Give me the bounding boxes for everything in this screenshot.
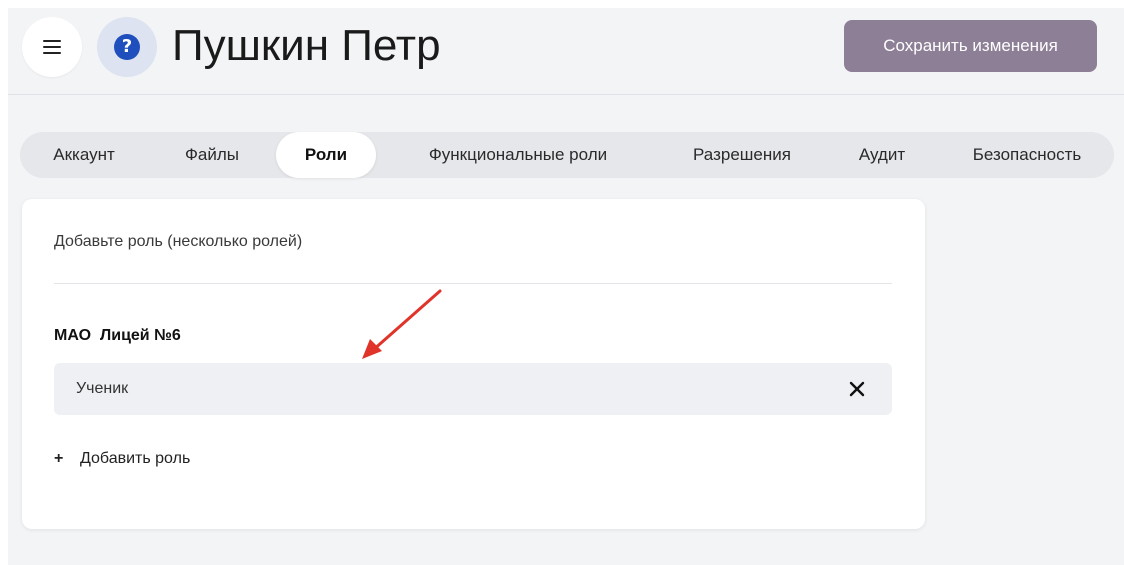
tab-files[interactable]: Файлы — [170, 132, 254, 178]
save-changes-button[interactable]: Сохранить изменения — [844, 20, 1097, 72]
screenshot: ? Пушкин Петр Сохранить изменения Аккаун… — [0, 0, 1124, 565]
add-roles-label: Добавьте роль (несколько ролей) — [54, 233, 303, 250]
page-title: Пушкин Петр — [172, 21, 441, 70]
help-icon: ? — [114, 34, 140, 60]
tab-security[interactable]: Безопасность — [952, 132, 1102, 178]
app-window: ? Пушкин Петр Сохранить изменения Аккаун… — [8, 8, 1124, 565]
page-header: ? Пушкин Петр Сохранить изменения — [8, 8, 1124, 95]
tab-bar: Аккаунт Файлы Роли Функциональные роли Р… — [20, 132, 1114, 178]
tab-permissions[interactable]: Разрешения — [674, 132, 810, 178]
roles-card: Добавьте роль (несколько ролей) МАО Лице… — [22, 199, 925, 529]
help-button[interactable]: ? — [97, 17, 157, 77]
menu-icon — [43, 40, 61, 54]
tab-audit[interactable]: Аудит — [842, 132, 922, 178]
tab-account[interactable]: Аккаунт — [34, 132, 134, 178]
add-role-button[interactable]: + Добавить роль — [54, 447, 190, 471]
tab-roles[interactable]: Роли — [276, 132, 376, 178]
menu-button[interactable] — [22, 17, 82, 77]
role-item: Ученик — [54, 363, 892, 415]
close-icon[interactable] — [844, 376, 870, 402]
divider — [54, 283, 892, 284]
organization-name: МАО Лицей №6 — [54, 327, 181, 344]
add-role-label: Добавить роль — [80, 450, 191, 467]
plus-icon: + — [54, 450, 64, 467]
role-name: Ученик — [76, 380, 129, 397]
tab-functional-roles[interactable]: Функциональные роли — [400, 132, 636, 178]
